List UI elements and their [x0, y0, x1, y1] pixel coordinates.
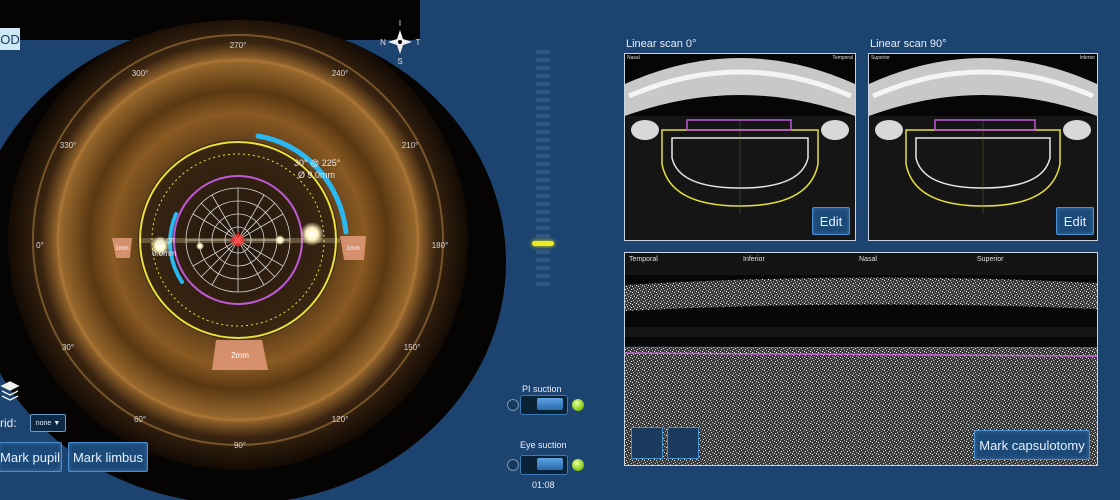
mark-pupil-button[interactable]: Mark pupil: [0, 442, 62, 472]
svg-text:2mm: 2mm: [231, 351, 249, 360]
level-tick: [536, 266, 550, 270]
level-indicator: [532, 50, 554, 300]
mark-limbus-button[interactable]: Mark limbus: [68, 442, 148, 472]
angle-300: 300°: [132, 69, 149, 78]
scan-90-right-label: Inferior: [1079, 55, 1095, 61]
edit-scan-90-button[interactable]: Edit: [1056, 207, 1094, 235]
eye-suction-toggle[interactable]: [520, 455, 568, 475]
thumbnail-1[interactable]: [631, 427, 663, 459]
level-tick: [536, 258, 550, 262]
eye-badge: OD: [0, 28, 20, 50]
chevron-down-icon: ▼: [53, 419, 61, 427]
left-readout-2: 0.0mm: [152, 249, 177, 258]
left-readout-1: @ 0°: [156, 237, 174, 246]
pi-suction-indicator-off: [507, 399, 519, 411]
angle-180: 180°: [432, 241, 449, 250]
eye-suction-indicator-on: [572, 459, 584, 471]
level-tick: [536, 186, 550, 190]
level-tick: [536, 146, 550, 150]
angle-0: 0°: [36, 241, 44, 250]
circular-label-temporal: Temporal: [629, 256, 658, 263]
level-tick: [536, 162, 550, 166]
level-tick: [536, 58, 550, 62]
thumbnail-2[interactable]: [667, 427, 699, 459]
edit-scan-0-button[interactable]: Edit: [812, 207, 850, 235]
linear-scan-90-title: Linear scan 90°: [870, 38, 947, 50]
level-tick: [536, 274, 550, 278]
level-tick: [536, 138, 550, 142]
level-tick: [536, 210, 550, 214]
axis-readout: 30° @ 225°: [294, 158, 341, 168]
angle-30: 30°: [62, 343, 74, 352]
mark-capsulotomy-button[interactable]: Mark capsulotomy: [974, 430, 1090, 460]
circular-label-inferior: Inferior: [743, 256, 765, 263]
angle-60: 60°: [134, 415, 146, 424]
pi-suction-label: PI suction: [522, 384, 562, 394]
svg-text:I: I: [399, 19, 401, 28]
level-tick: [536, 170, 550, 174]
angle-150: 150°: [404, 343, 421, 352]
circular-label-nasal: Nasal: [859, 256, 877, 263]
scan-90-left-label: Superior: [871, 55, 890, 61]
svg-text:S: S: [397, 57, 402, 66]
level-tick: [536, 218, 550, 222]
angle-90: 90°: [234, 441, 246, 450]
svg-text:1mm: 1mm: [115, 246, 128, 252]
level-tick: [536, 194, 550, 198]
grid-label: rid:: [0, 416, 17, 430]
level-tick: [536, 282, 550, 286]
suction-timer: 01:08: [532, 480, 555, 490]
level-marker: [532, 241, 554, 246]
level-tick: [536, 122, 550, 126]
eye-badge-label: OD: [0, 31, 20, 47]
angle-240: 240°: [332, 69, 349, 78]
level-tick: [536, 98, 550, 102]
level-tick: [536, 82, 550, 86]
pi-suction-indicator-on: [572, 399, 584, 411]
level-tick: [536, 154, 550, 158]
level-tick: [536, 250, 550, 254]
scan-0-left-label: Nasal: [627, 55, 640, 61]
grid-select-value: none: [35, 419, 52, 427]
svg-text:T: T: [416, 38, 421, 47]
angle-210: 210°: [402, 141, 419, 150]
pi-suction-toggle[interactable]: [520, 395, 568, 415]
eye-suction-label: Eye suction: [520, 440, 567, 450]
angle-270: 270°: [230, 41, 247, 50]
svg-text:N: N: [380, 38, 386, 47]
angle-330: 330°: [60, 141, 77, 150]
level-tick: [536, 106, 550, 110]
level-tick: [536, 226, 550, 230]
level-tick: [536, 234, 550, 238]
level-tick: [536, 74, 550, 78]
circular-label-superior: Superior: [977, 256, 1004, 263]
diameter-readout: Ø 9.0mm: [298, 170, 335, 180]
scan-0-right-label: Temporal: [832, 55, 853, 61]
level-tick: [536, 50, 550, 54]
grid-select[interactable]: none ▼: [30, 414, 66, 432]
level-tick: [536, 202, 550, 206]
angle-120: 120°: [332, 415, 349, 424]
level-tick: [536, 178, 550, 182]
level-tick: [536, 66, 550, 70]
level-tick: [536, 130, 550, 134]
linear-scan-0-title: Linear scan 0°: [626, 38, 697, 50]
level-tick: [536, 114, 550, 118]
level-tick: [536, 90, 550, 94]
eye-suction-indicator-off: [507, 459, 519, 471]
svg-text:1mm: 1mm: [346, 246, 359, 252]
